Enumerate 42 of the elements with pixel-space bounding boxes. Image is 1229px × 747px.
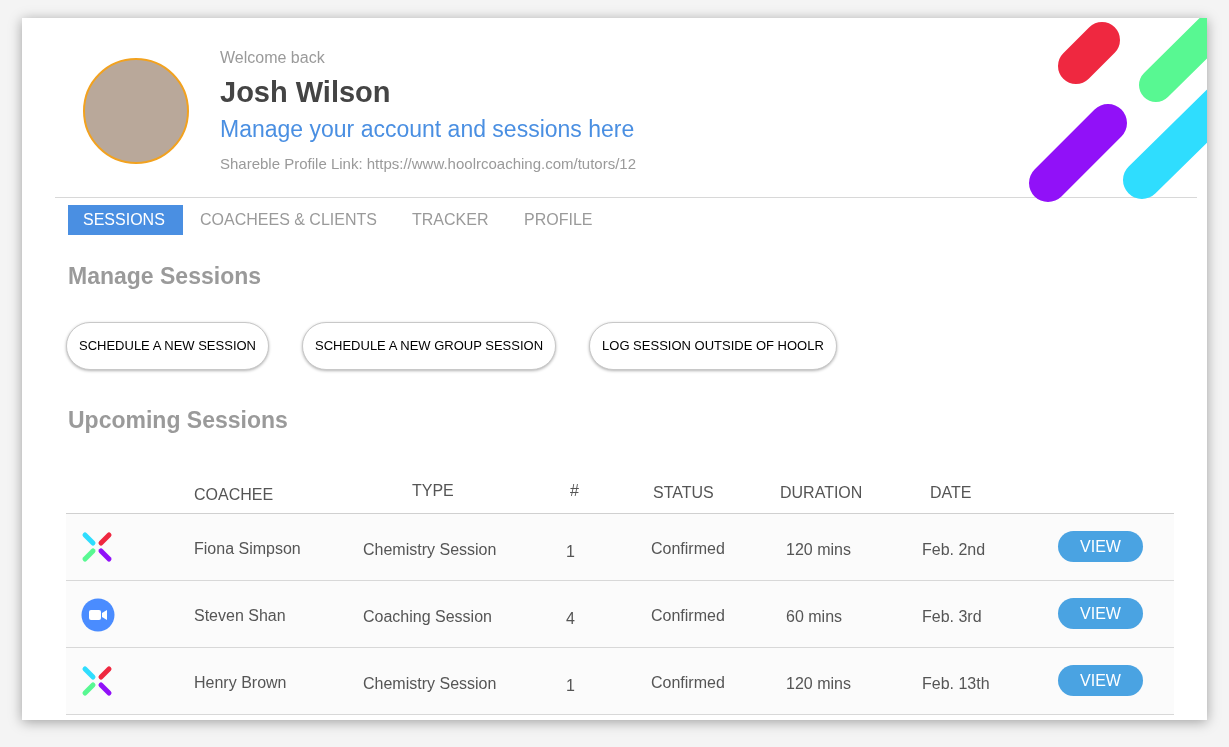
column-header: #	[570, 481, 579, 501]
table-cell-text: 120 mins	[786, 674, 851, 694]
table-cell-text: 4	[566, 609, 575, 629]
table-cell-text: Chemistry Session	[363, 674, 497, 694]
table-cell-text: Confirmed	[651, 673, 725, 693]
column-header: STATUS	[653, 483, 714, 503]
cross-logo-icon	[81, 531, 113, 563]
tab[interactable]: SESSIONS	[68, 205, 183, 235]
table-cell-text: Confirmed	[651, 606, 725, 626]
action-button[interactable]: SCHEDULE A NEW GROUP SESSION	[302, 321, 557, 370]
table-cell-text: 1	[566, 542, 575, 562]
table-cell-text: Confirmed	[651, 539, 725, 559]
view-button[interactable]: VIEW	[1058, 531, 1143, 562]
table-cell-text: Steven Shan	[194, 606, 286, 626]
greeting-text: Welcome back	[220, 48, 326, 68]
table-cell-text: 60 mins	[786, 607, 843, 627]
column-header: TYPE	[412, 481, 454, 501]
table-cell-text: Coaching Session	[363, 607, 492, 627]
table-cell-text: Fiona Simpson	[194, 539, 301, 559]
column-header: DURATION	[780, 483, 863, 503]
table-cell-text: Henry Brown	[194, 673, 287, 693]
cross-logo-icon	[81, 665, 113, 697]
section-heading: Manage Sessions	[68, 262, 263, 291]
tab[interactable]: COACHEES & CLIENTS	[185, 205, 395, 235]
table-cell-text: Feb. 3rd	[922, 607, 982, 627]
column-header: DATE	[930, 483, 972, 503]
profile-link-text: Shareble Profile Link: https://www.hoolrcoaching.com/tutors/12	[220, 154, 637, 174]
action-button[interactable]: SCHEDULE A NEW SESSION	[66, 321, 269, 370]
table-cell-text: 1	[566, 676, 575, 696]
user-name: Josh Wilson	[220, 75, 392, 110]
table-cell-text: 120 mins	[786, 540, 851, 560]
section-heading: Upcoming Sessions	[68, 405, 289, 435]
video-camera-icon	[81, 598, 115, 632]
table-cell-text: Feb. 2nd	[922, 540, 986, 560]
action-button[interactable]: LOG SESSION OUTSIDE OF HOOLR	[589, 321, 837, 370]
tab[interactable]: TRACKER	[397, 205, 507, 235]
table-cell-text: Feb. 13th	[922, 674, 990, 694]
subtitle-text: Manage your account and sessions here	[220, 115, 636, 144]
table-cell-text: Chemistry Session	[363, 540, 497, 560]
column-header: COACHEE	[194, 485, 274, 505]
view-button[interactable]: VIEW	[1058, 598, 1143, 629]
view-button[interactable]: VIEW	[1058, 665, 1143, 696]
